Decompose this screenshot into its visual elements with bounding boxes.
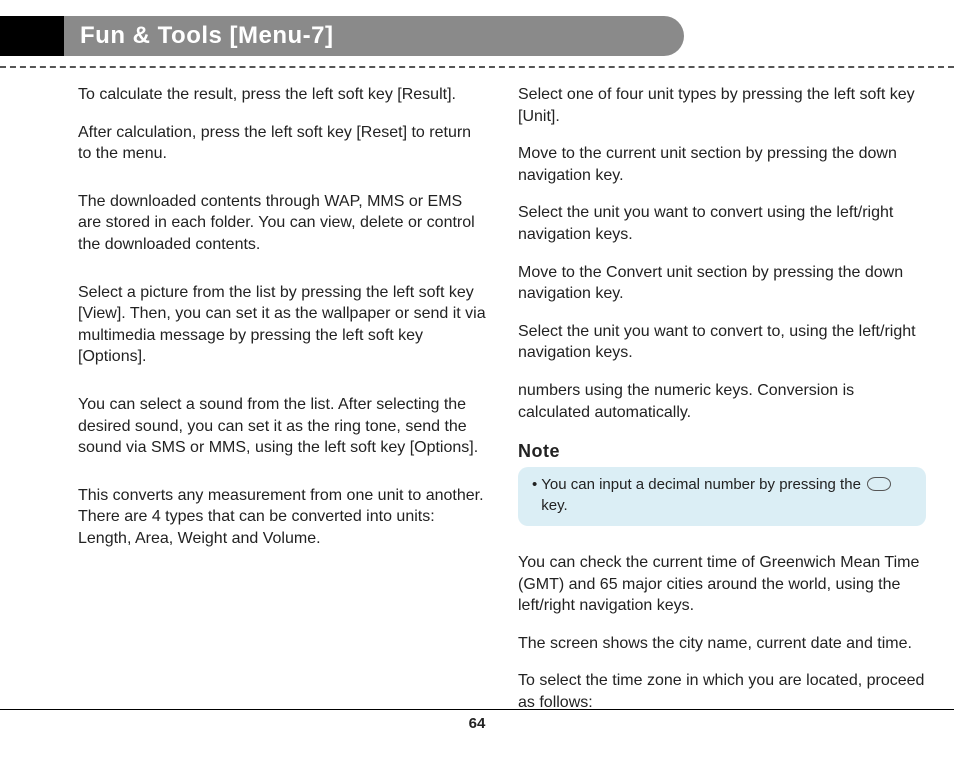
divider-dashed	[0, 66, 954, 68]
body-text: Move to the current unit section by pres…	[518, 143, 926, 186]
body-text: After calculation, press the left soft k…	[78, 122, 486, 165]
right-column: Select one of four unit types by pressin…	[518, 84, 926, 729]
page: Fun & Tools [Menu-7] To calculate the re…	[0, 0, 954, 764]
note-text-pre: You can input a decimal number by pressi…	[541, 476, 861, 493]
body-text: You can select a sound from the list. Af…	[78, 394, 486, 459]
body-text: To calculate the result, press the left …	[78, 84, 486, 106]
page-number: 64	[0, 714, 954, 734]
header: Fun & Tools [Menu-7]	[0, 16, 954, 56]
note-text: You can input a decimal number by pressi…	[541, 475, 912, 516]
page-title-text: Fun & Tools [Menu-7]	[80, 20, 334, 52]
body-text: The downloaded contents through WAP, MMS…	[78, 191, 486, 256]
note-heading: Note	[518, 439, 926, 463]
content-columns: To calculate the result, press the left …	[0, 84, 954, 729]
left-column: To calculate the result, press the left …	[78, 84, 486, 729]
body-text: Select the unit you want to convert usin…	[518, 202, 926, 245]
body-text: Select the unit you want to convert to, …	[518, 321, 926, 364]
page-title: Fun & Tools [Menu-7]	[64, 16, 684, 56]
header-accent-block	[0, 16, 64, 56]
bullet-icon: •	[532, 475, 537, 495]
note-box: • You can input a decimal number by pres…	[518, 467, 926, 526]
divider-bottom	[0, 709, 954, 710]
body-text: Select a picture from the list by pressi…	[78, 282, 486, 368]
note-text-post: key.	[541, 497, 567, 514]
body-text: This converts any measurement from one u…	[78, 485, 486, 550]
body-text: The screen shows the city name, current …	[518, 633, 926, 655]
body-text: Move to the Convert unit section by pres…	[518, 262, 926, 305]
key-icon	[867, 477, 891, 491]
note-line: • You can input a decimal number by pres…	[532, 475, 912, 516]
body-text: numbers using the numeric keys. Conversi…	[518, 380, 926, 423]
body-text: Select one of four unit types by pressin…	[518, 84, 926, 127]
body-text: You can check the current time of Greenw…	[518, 552, 926, 617]
body-text: To select the time zone in which you are…	[518, 670, 926, 713]
